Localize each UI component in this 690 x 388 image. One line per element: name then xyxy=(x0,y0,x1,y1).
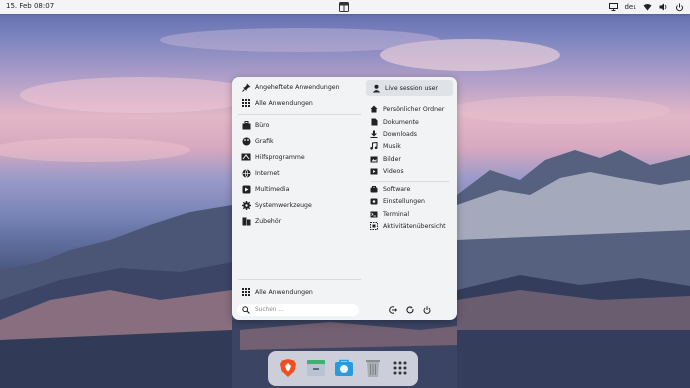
place-downloads[interactable]: Downloads xyxy=(369,129,417,139)
gear-icon xyxy=(241,200,251,210)
menu-item-label: Alle Anwendungen xyxy=(255,288,313,296)
place-home[interactable]: Persönlicher Ordner xyxy=(369,104,444,114)
volume-icon[interactable] xyxy=(658,2,668,12)
separator xyxy=(238,279,361,280)
system-label: Aktivitätenübersicht xyxy=(383,222,446,230)
place-label: Dokumente xyxy=(383,118,419,126)
search-placeholder: Suchen ... xyxy=(255,307,284,313)
grid-icon xyxy=(241,98,251,108)
utilities-icon xyxy=(241,152,251,162)
system-settings[interactable]: Einstellungen xyxy=(369,196,425,206)
home-icon xyxy=(369,104,379,114)
user-row: Live session user xyxy=(371,83,438,93)
category-accessories[interactable]: Zubehör xyxy=(241,216,281,226)
category-internet[interactable]: Internet xyxy=(241,168,280,178)
system-activities-overview[interactable]: Aktivitätenübersicht xyxy=(369,221,446,231)
overview-icon xyxy=(369,221,379,231)
multimedia-icon xyxy=(241,184,251,194)
power-menu-icon[interactable] xyxy=(674,2,684,12)
globe-icon xyxy=(241,168,251,178)
place-videos[interactable]: Videos xyxy=(369,166,404,176)
search-icon xyxy=(241,305,251,315)
keyboard-layout[interactable]: de₁ xyxy=(624,3,636,11)
category-graphics[interactable]: Grafik xyxy=(241,136,274,146)
place-documents[interactable]: Dokumente xyxy=(369,117,419,127)
category-office[interactable]: Büro xyxy=(241,120,269,130)
place-label: Musik xyxy=(383,142,401,150)
restart-button[interactable] xyxy=(405,305,415,315)
image-icon xyxy=(369,154,379,164)
grid-icon xyxy=(241,287,251,297)
system-software[interactable]: Software xyxy=(369,184,410,194)
application-menu: Angeheftete Anwendungen Alle Anwendungen… xyxy=(232,77,457,320)
display-icon[interactable] xyxy=(608,2,618,12)
separator xyxy=(371,181,449,182)
menu-item-all-apps[interactable]: Alle Anwendungen xyxy=(241,98,313,108)
trash-icon[interactable] xyxy=(363,358,383,378)
terminal-icon xyxy=(369,209,379,219)
file-manager-icon[interactable] xyxy=(306,358,326,378)
music-icon xyxy=(369,141,379,151)
document-icon xyxy=(369,117,379,127)
category-system-tools[interactable]: Systemwerkzeuge xyxy=(241,200,312,210)
place-label: Bilder xyxy=(383,155,401,163)
accessories-icon xyxy=(241,216,251,226)
system-label: Einstellungen xyxy=(383,197,425,205)
search-field[interactable]: Suchen ... xyxy=(237,304,359,316)
clock-date[interactable]: 15. Feb 08:07 xyxy=(6,2,54,10)
workspace-icon[interactable] xyxy=(339,2,349,12)
category-label: Internet xyxy=(255,169,280,177)
dock xyxy=(268,351,418,386)
separator xyxy=(238,114,361,115)
software-store-icon[interactable] xyxy=(334,358,354,378)
user-avatar-icon xyxy=(371,83,381,93)
palette-icon xyxy=(241,136,251,146)
software-icon xyxy=(369,184,379,194)
user-name: Live session user xyxy=(385,84,438,92)
place-music[interactable]: Musik xyxy=(369,141,401,151)
category-label: Büro xyxy=(255,121,270,129)
pin-icon xyxy=(241,82,251,92)
menu-item-pinned-apps[interactable]: Angeheftete Anwendungen xyxy=(241,82,340,92)
system-label: Terminal xyxy=(383,210,410,218)
settings-icon xyxy=(369,196,379,206)
category-label: Zubehör xyxy=(255,217,282,225)
video-icon xyxy=(369,166,379,176)
power-icon xyxy=(423,306,431,314)
logout-button[interactable] xyxy=(388,305,398,315)
menu-item-label: Angeheftete Anwendungen xyxy=(255,83,340,91)
brave-browser-icon[interactable] xyxy=(278,358,298,378)
briefcase-icon xyxy=(241,120,251,130)
app-grid-icon[interactable] xyxy=(390,358,410,378)
category-utilities[interactable]: Hilfsprogramme xyxy=(241,152,305,162)
category-multimedia[interactable]: Multimedia xyxy=(241,184,289,194)
category-label: Systemwerkzeuge xyxy=(255,201,312,209)
place-label: Persönlicher Ordner xyxy=(383,105,445,113)
menu-item-label: Alle Anwendungen xyxy=(255,99,313,107)
category-label: Multimedia xyxy=(255,185,290,193)
system-terminal[interactable]: Terminal xyxy=(369,209,409,219)
restart-icon xyxy=(406,306,414,314)
category-label: Hilfsprogramme xyxy=(255,153,305,161)
logout-icon xyxy=(389,306,397,314)
shutdown-button[interactable] xyxy=(422,305,432,315)
top-panel: 15. Feb 08:07 de₁ xyxy=(0,0,690,14)
category-label: Grafik xyxy=(255,137,274,145)
system-label: Software xyxy=(383,185,411,193)
place-label: Downloads xyxy=(383,130,417,138)
place-pictures[interactable]: Bilder xyxy=(369,154,401,164)
menu-item-all-apps-bottom[interactable]: Alle Anwendungen xyxy=(241,287,313,297)
wifi-icon[interactable] xyxy=(642,2,652,12)
download-icon xyxy=(369,129,379,139)
place-label: Videos xyxy=(383,167,404,175)
